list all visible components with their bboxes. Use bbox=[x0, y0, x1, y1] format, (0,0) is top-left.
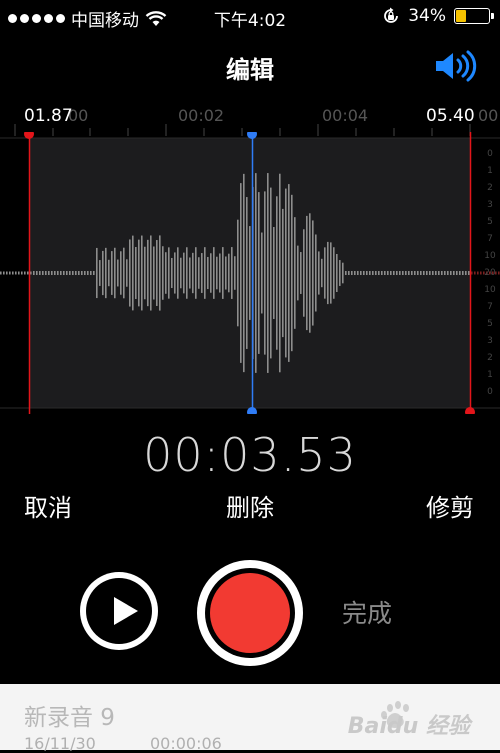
watermark-text: Baidu 经验 bbox=[347, 714, 470, 739]
db-label: 10 bbox=[484, 251, 496, 261]
recording-list-item[interactable]: 新录音 9 16/11/30 00:00:06 Baidu 经验 bbox=[0, 684, 500, 753]
tick-label: 00 bbox=[478, 106, 499, 125]
record-ring bbox=[205, 568, 295, 658]
tick-label: 00:02 bbox=[178, 106, 225, 125]
play-button-inner bbox=[86, 578, 152, 644]
recording-name: 新录音 9 bbox=[24, 705, 115, 731]
play-button[interactable] bbox=[80, 572, 158, 650]
db-label: 7 bbox=[487, 302, 493, 312]
db-label: 20 bbox=[484, 268, 496, 278]
db-label: 2 bbox=[487, 183, 493, 193]
recording-date: 16/11/30 bbox=[24, 734, 96, 753]
cancel-button[interactable]: 取消 bbox=[24, 488, 72, 523]
db-label: 5 bbox=[487, 217, 493, 227]
play-icon bbox=[114, 597, 138, 625]
trim-start-time: 01.87 bbox=[24, 106, 73, 126]
battery-fill bbox=[456, 10, 466, 22]
time-readout: 00:03.53 bbox=[143, 428, 357, 482]
db-label: 3 bbox=[487, 200, 493, 210]
tick-label: 00:04 bbox=[322, 106, 369, 125]
rotation-lock-icon bbox=[384, 7, 399, 23]
timeline: 00 00:02 00:04 00 01.87 05.40 bbox=[0, 100, 500, 136]
record-button[interactable] bbox=[197, 560, 303, 666]
db-label: 1 bbox=[487, 166, 493, 176]
db-label: 0 bbox=[487, 387, 493, 397]
done-button[interactable]: 完成 bbox=[342, 594, 392, 630]
db-scale: 012357102010753210 bbox=[484, 149, 496, 397]
db-label: 5 bbox=[487, 319, 493, 329]
db-label: 2 bbox=[487, 353, 493, 363]
db-label: 1 bbox=[487, 370, 493, 380]
db-label: 3 bbox=[487, 336, 493, 346]
waveform-editor[interactable]: 012357102010753210 bbox=[0, 132, 500, 414]
recording-duration: 00:00:06 bbox=[150, 734, 222, 753]
record-icon bbox=[210, 573, 290, 653]
delete-button-wrapper: 删除 bbox=[0, 488, 500, 523]
speaker-icon[interactable] bbox=[432, 48, 480, 84]
db-label: 10 bbox=[484, 285, 496, 295]
page-title: 编辑 bbox=[226, 56, 274, 84]
delete-button[interactable]: 删除 bbox=[226, 494, 274, 522]
status-bar: 中国移动 下午4:02 34% bbox=[0, 0, 500, 34]
battery-icon bbox=[454, 8, 494, 24]
db-label: 7 bbox=[487, 234, 493, 244]
db-label: 0 bbox=[487, 149, 493, 159]
trim-button[interactable]: 修剪 bbox=[426, 488, 474, 523]
status-right: 34% bbox=[382, 6, 494, 26]
battery-percent: 34% bbox=[408, 6, 446, 26]
trim-end-time: 05.40 bbox=[426, 106, 475, 126]
